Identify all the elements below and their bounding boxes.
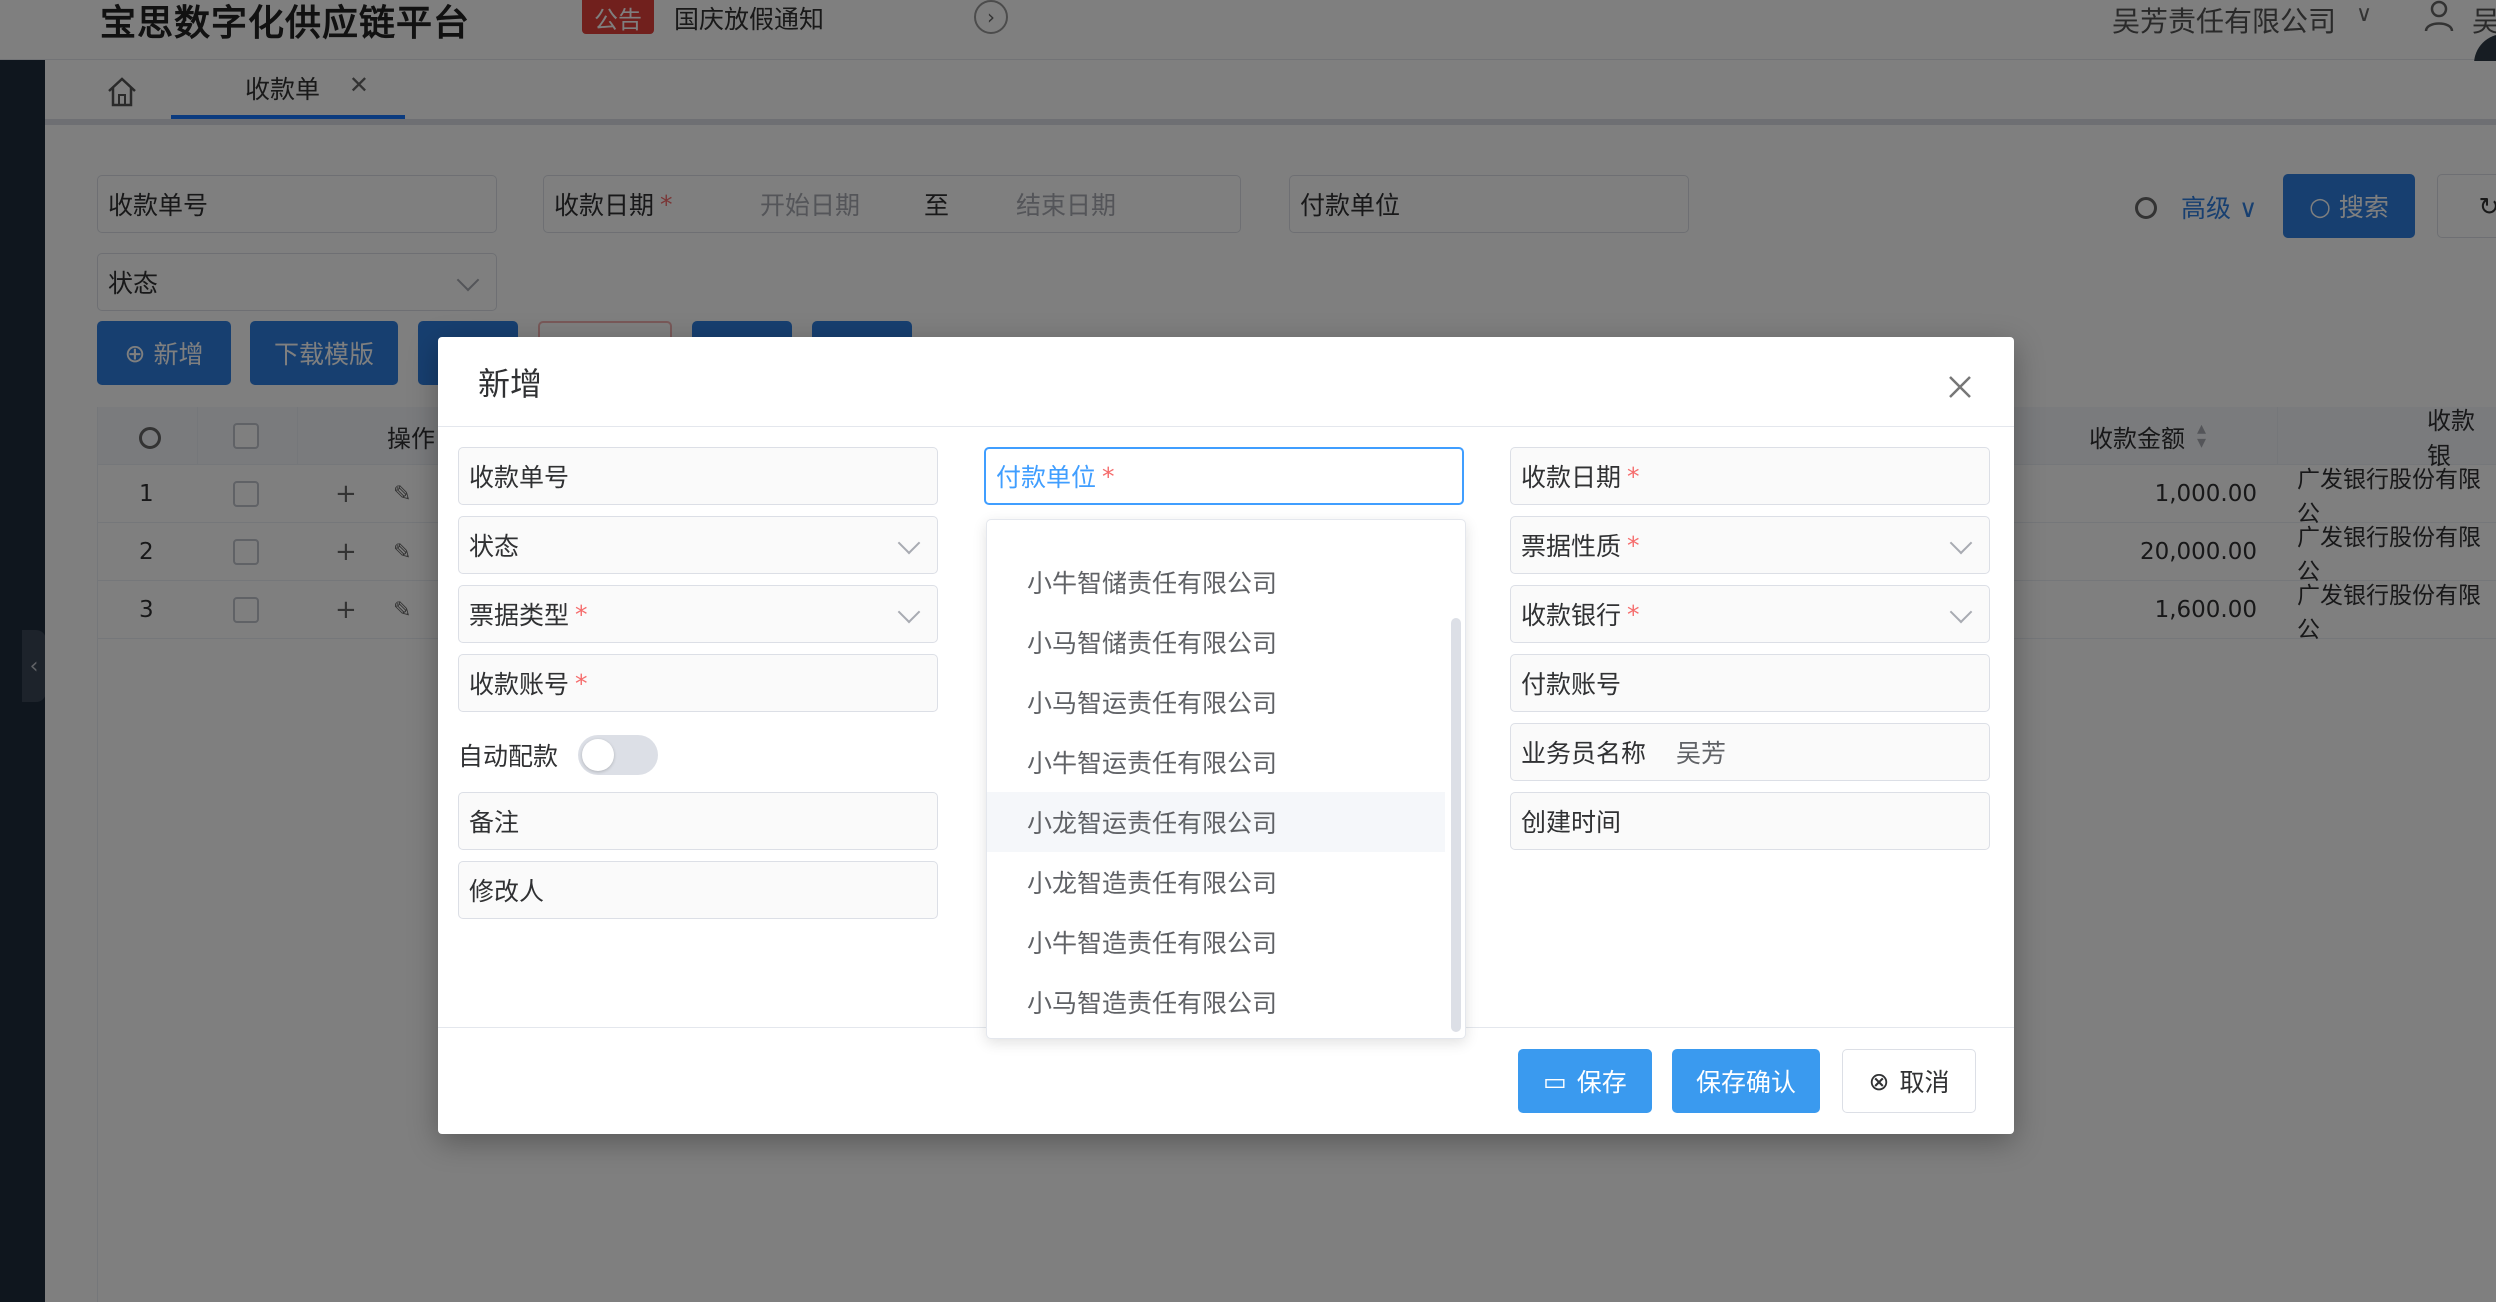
payer-account-field[interactable]: 付款账号	[1510, 654, 1990, 712]
bill-nature-select[interactable]: 票据性质 *	[1510, 516, 1990, 574]
save-confirm-label: 保存确认	[1695, 1068, 1796, 1097]
cancel-button[interactable]: ⊗ 取消	[1842, 1049, 1976, 1113]
field-label: 收款银行	[1521, 601, 1622, 630]
auto-match-label: 自动配款	[458, 742, 559, 771]
chevron-down-icon	[1949, 531, 1973, 555]
status-select[interactable]: 状态	[458, 516, 938, 574]
required-mark: *	[575, 599, 588, 629]
close-icon[interactable]	[1946, 373, 1974, 401]
chevron-down-icon	[1949, 600, 1973, 624]
save-confirm-button[interactable]: 保存确认	[1672, 1049, 1820, 1113]
receipt-no-field[interactable]: 收款单号	[458, 447, 938, 505]
dropdown-item-partial[interactable]	[987, 520, 1445, 552]
save-button[interactable]: ▭ 保存	[1518, 1049, 1652, 1113]
auto-match-toggle[interactable]	[578, 735, 658, 775]
folder-icon: ▭	[1543, 1066, 1567, 1096]
field-label: 状态	[469, 532, 520, 561]
field-label: 业务员名称	[1521, 739, 1647, 768]
created-time-field[interactable]: 创建时间	[1510, 792, 1990, 850]
field-label: 收款日期	[1521, 463, 1622, 492]
field-label: 付款单位	[996, 463, 1097, 492]
chevron-down-icon	[897, 600, 921, 624]
toggle-knob	[582, 739, 614, 771]
account-no-field[interactable]: 收款账号 *	[458, 654, 938, 712]
field-label: 付款账号	[1521, 670, 1622, 699]
cancel-label: 取消	[1899, 1068, 1950, 1097]
receipt-date-field[interactable]: 收款日期 *	[1510, 447, 1990, 505]
save-label: 保存	[1576, 1068, 1627, 1097]
required-mark: *	[1627, 530, 1640, 560]
field-label: 创建时间	[1521, 808, 1622, 837]
required-mark: *	[575, 668, 588, 698]
dropdown-item[interactable]: 小牛智储责任有限公司	[987, 552, 1445, 612]
payer-dropdown: 小牛智储责任有限公司 小马智储责任有限公司 小马智运责任有限公司 小牛智运责任有…	[986, 519, 1466, 1039]
bank-select[interactable]: 收款银行 *	[1510, 585, 1990, 643]
salesperson-field[interactable]: 业务员名称 吴芳	[1510, 723, 1990, 781]
salesperson-value: 吴芳	[1676, 739, 1727, 768]
bill-type-select[interactable]: 票据类型 *	[458, 585, 938, 643]
dropdown-scrollbar[interactable]	[1451, 618, 1461, 1032]
dropdown-item-hovered[interactable]: 小龙智运责任有限公司	[987, 792, 1445, 852]
dropdown-item[interactable]: 小牛智运责任有限公司	[987, 732, 1445, 792]
remark-field[interactable]: 备注	[458, 792, 938, 850]
dropdown-item[interactable]: 小马智运责任有限公司	[987, 672, 1445, 732]
modifier-field[interactable]: 修改人	[458, 861, 938, 919]
dialog-title: 新增	[478, 365, 543, 403]
dropdown-item[interactable]: 小龙智造责任有限公司	[987, 852, 1445, 912]
field-label: 修改人	[469, 877, 545, 906]
field-label: 票据性质	[1521, 532, 1622, 561]
required-mark: *	[1627, 461, 1640, 491]
dropdown-item[interactable]: 小马智储责任有限公司	[987, 612, 1445, 672]
field-label: 票据类型	[469, 601, 570, 630]
dropdown-item[interactable]: 小马智造责任有限公司	[987, 972, 1445, 1032]
payer-select[interactable]: 付款单位 *	[984, 447, 1464, 505]
field-label: 收款账号	[469, 670, 570, 699]
chevron-down-icon	[897, 531, 921, 555]
dialog-header: 新增	[438, 337, 2014, 427]
required-mark: *	[1102, 461, 1115, 491]
field-label: 收款单号	[469, 463, 570, 492]
close-circle-icon: ⊗	[1868, 1066, 1890, 1096]
field-label: 备注	[469, 808, 520, 837]
required-mark: *	[1627, 599, 1640, 629]
add-receipt-dialog: 新增 收款单号 状态 票据类型 * 收款账号 * 自动配款 备注 修改人 付款单位 *…	[438, 337, 2014, 1134]
dropdown-item[interactable]: 小牛智造责任有限公司	[987, 912, 1445, 972]
